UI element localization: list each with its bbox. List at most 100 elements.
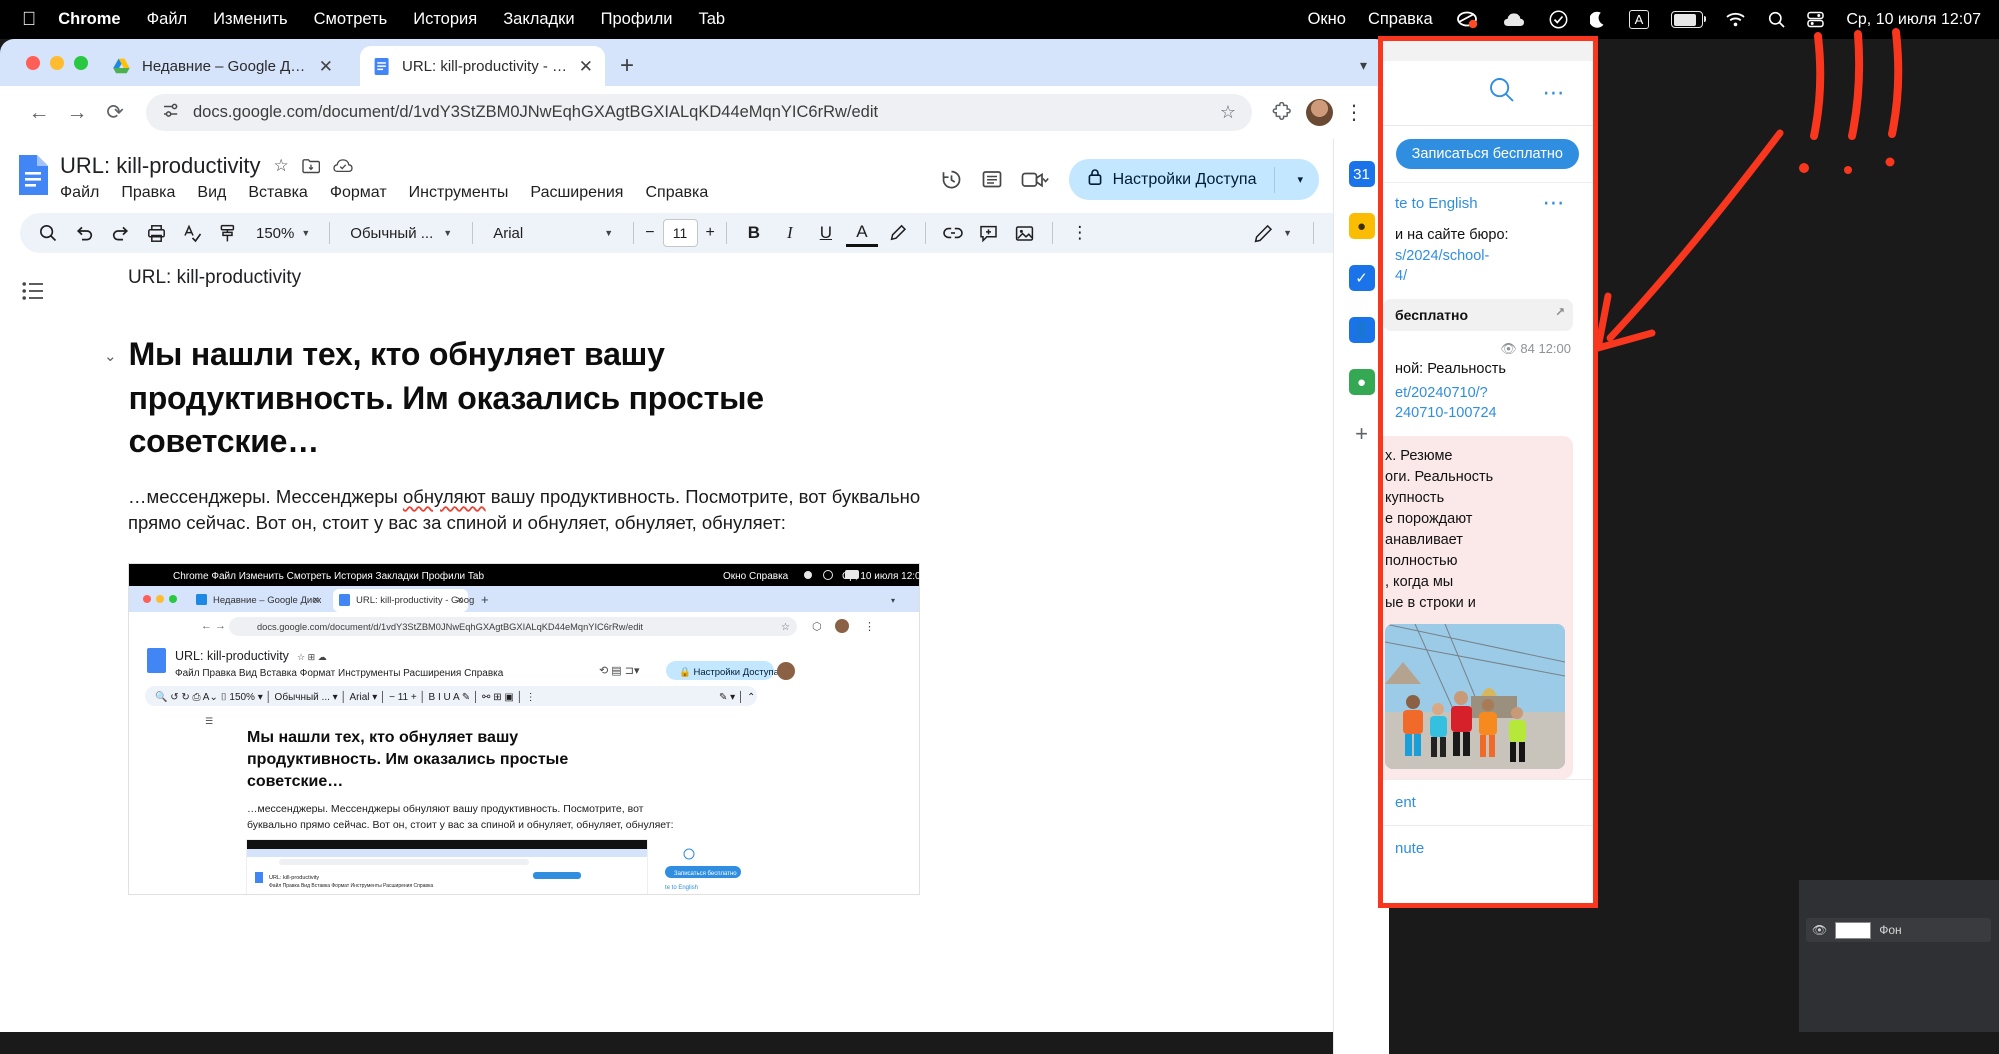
tab-search-chevron-down-icon[interactable]: ▾ — [1360, 57, 1367, 74]
maximize-window-button[interactable] — [74, 56, 88, 70]
star-icon[interactable]: ☆ — [1220, 102, 1236, 123]
cloud-icon[interactable] — [1503, 12, 1527, 28]
close-window-button[interactable] — [26, 56, 40, 70]
signup-button[interactable]: Записаться бесплатно — [1395, 139, 1579, 169]
browser-tab-drive[interactable]: Недавние – Google Диск ✕ — [100, 46, 345, 86]
marathon-runners-photo[interactable] — [1385, 624, 1565, 770]
print-icon[interactable] — [140, 217, 172, 249]
screen-record-icon[interactable] — [1455, 11, 1481, 29]
docs-menu-insert[interactable]: Вставка — [248, 184, 307, 202]
google-calendar-icon[interactable]: 31 — [1348, 161, 1375, 187]
puzzle-icon[interactable] — [1264, 95, 1300, 131]
visibility-icon[interactable]: 👁 — [1812, 923, 1827, 937]
battery-icon[interactable] — [1671, 11, 1707, 28]
increase-font-size-button[interactable]: + — [706, 224, 715, 242]
external-link-arrow-icon[interactable]: ↗ — [1555, 305, 1565, 319]
decrease-font-size-button[interactable]: − — [645, 224, 654, 242]
menubar-item-file[interactable]: Файл — [147, 10, 188, 29]
menubar-item-view[interactable]: Смотреть — [314, 10, 388, 29]
insert-image-icon[interactable] — [1009, 217, 1041, 249]
menubar-item-chrome[interactable]: Chrome — [58, 10, 120, 29]
edit-mode-chevron-down-icon[interactable]: ▼ — [1283, 228, 1292, 238]
font-family-selector[interactable]: Arial ▼ — [484, 218, 622, 248]
docs-menu-format[interactable]: Формат — [330, 184, 387, 202]
keyboard-layout-a-icon[interactable]: A — [1628, 10, 1650, 29]
zoom-level-selector[interactable]: 150% ▼ — [248, 225, 318, 242]
document-canvas[interactable]: URL: kill-productivity ⌄ Мы нашли тех, к… — [0, 267, 1389, 1012]
telegram-quote-block[interactable]: бесплатно ↗ — [1383, 298, 1573, 331]
layer-row[interactable]: 👁 Фон — [1806, 918, 1991, 942]
close-tab-icon[interactable]: ✕ — [319, 58, 333, 75]
font-size-stepper[interactable]: − 11 + — [645, 219, 715, 247]
add-comment-icon[interactable] — [973, 217, 1005, 249]
address-bar[interactable]: docs.google.com/document/d/1vdY3StZBM0JN… — [146, 94, 1252, 131]
telegram-mute-link[interactable]: nute — [1383, 825, 1593, 871]
menubar-item-tab[interactable]: Tab — [698, 10, 725, 29]
redo-icon[interactable] — [104, 217, 136, 249]
docs-menu-tools[interactable]: Инструменты — [409, 184, 509, 202]
undo-icon[interactable] — [68, 217, 100, 249]
docs-menu-help[interactable]: Справка — [645, 184, 708, 202]
docs-menu-view[interactable]: Вид — [197, 184, 226, 202]
add-addon-icon[interactable]: + — [1348, 421, 1375, 447]
version-history-icon[interactable] — [940, 168, 963, 191]
site-settings-icon[interactable] — [162, 102, 179, 124]
google-tasks-icon[interactable]: ✓ — [1348, 265, 1375, 291]
paragraph-style-selector[interactable]: Обычный ... ▼ — [341, 218, 461, 248]
wifi-icon[interactable] — [1725, 12, 1746, 27]
heading-collapse-chevron-icon[interactable]: ⌄ — [104, 347, 117, 365]
paint-format-icon[interactable] — [212, 217, 244, 249]
google-contacts-icon[interactable]: 👤 — [1348, 317, 1375, 343]
search-icon[interactable] — [1768, 11, 1785, 28]
menubar-item-help[interactable]: Справка — [1368, 10, 1433, 29]
underline-button[interactable]: U — [810, 217, 842, 249]
menubar-clock[interactable]: Ср, 10 июля 12:07 — [1846, 11, 1981, 29]
comment-history-icon[interactable] — [981, 169, 1003, 191]
document-outline-icon[interactable] — [22, 281, 44, 307]
check-circle-icon[interactable] — [1549, 10, 1568, 29]
more-menu-icon[interactable]: ⋯ — [1543, 80, 1568, 106]
docs-menu-file[interactable]: Файл — [60, 184, 99, 202]
apple-icon[interactable]:  — [22, 10, 36, 29]
meet-camera-icon[interactable] — [1021, 170, 1051, 190]
back-button[interactable]: ← — [20, 94, 58, 132]
close-tab-icon[interactable]: ✕ — [579, 58, 593, 75]
browser-tab-docs[interactable]: URL: kill-productivity - Googl ✕ — [360, 46, 605, 86]
menubar-item-bookmarks[interactable]: Закладки — [503, 10, 574, 29]
move-to-folder-icon[interactable] — [302, 158, 320, 174]
share-button[interactable]: Настройки Доступа ▾ — [1068, 159, 1319, 200]
spellcheck-icon[interactable] — [176, 217, 208, 249]
menubar-item-history[interactable]: История — [413, 10, 477, 29]
highlight-pen-icon[interactable] — [882, 217, 914, 249]
menubar-item-window[interactable]: Окно — [1308, 10, 1346, 29]
post-more-icon[interactable]: ⋯ — [1543, 190, 1568, 216]
search-icon[interactable] — [32, 217, 64, 249]
text-color-button[interactable]: A — [845, 220, 878, 247]
share-chevron-down-icon[interactable]: ▾ — [1285, 173, 1315, 186]
edit-pencil-icon[interactable] — [1247, 217, 1279, 249]
second-link-2[interactable]: 240710-100724 — [1395, 403, 1573, 424]
second-link-1[interactable]: et/20240710/? — [1395, 383, 1573, 404]
more-options-icon[interactable]: ⋮ — [1064, 217, 1096, 249]
docs-menu-extensions[interactable]: Расширения — [530, 184, 623, 202]
bold-button[interactable]: B — [738, 217, 770, 249]
profile-avatar[interactable] — [1306, 99, 1333, 126]
window-traffic-lights[interactable] — [26, 56, 88, 70]
moon-icon[interactable] — [1589, 11, 1607, 29]
google-keep-icon[interactable]: ● — [1348, 213, 1375, 239]
link-icon[interactable] — [937, 217, 969, 249]
post-line-3[interactable]: 4/ — [1395, 266, 1573, 287]
menubar-item-edit[interactable]: Изменить — [213, 10, 287, 29]
google-maps-icon[interactable]: ● — [1348, 369, 1375, 395]
cloud-saved-icon[interactable] — [333, 158, 353, 174]
kebab-menu-icon[interactable]: ⋮ — [1339, 100, 1369, 125]
translate-to-english-link[interactable]: te to English — [1395, 195, 1478, 212]
forward-button[interactable]: → — [58, 94, 96, 132]
docs-menu-edit[interactable]: Правка — [121, 184, 175, 202]
control-center-icon[interactable] — [1807, 11, 1825, 28]
reload-button[interactable]: ⟳ — [96, 94, 134, 132]
font-size-input[interactable]: 11 — [662, 219, 698, 247]
new-tab-button[interactable]: + — [620, 54, 634, 78]
star-icon[interactable]: ☆ — [274, 156, 289, 176]
menubar-item-profiles[interactable]: Профили — [601, 10, 673, 29]
